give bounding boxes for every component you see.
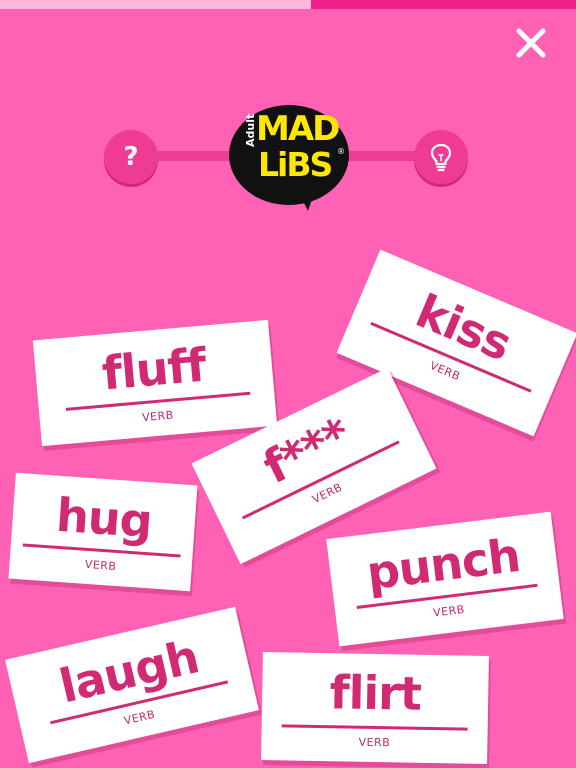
card-word: punch (363, 527, 523, 601)
connector-left (150, 151, 240, 161)
progress-bar (0, 0, 576, 9)
word-card-punch[interactable]: punch VERB (326, 511, 564, 647)
close-icon (516, 28, 546, 58)
lightbulb-icon (430, 143, 452, 172)
card-word: flirt (329, 665, 422, 721)
help-button[interactable]: ? (104, 130, 158, 184)
card-underline (281, 724, 468, 731)
word-card-flirt[interactable]: flirt VERB (261, 652, 489, 764)
word-card-laugh[interactable]: laugh VERB (5, 606, 259, 764)
card-word: laugh (54, 629, 204, 714)
card-word: hug (54, 487, 154, 549)
hint-button[interactable] (414, 130, 468, 184)
close-button[interactable] (510, 22, 552, 64)
card-label: VERB (358, 735, 391, 750)
progress-bar-fill (311, 0, 576, 9)
logo-trademark: ® (337, 147, 345, 156)
logo-libs-text: LiBS (258, 145, 333, 184)
card-label: VERB (84, 557, 117, 574)
word-card-fluff[interactable]: fluff VERB (32, 319, 278, 447)
card-label: VERB (141, 408, 175, 425)
word-card-hug[interactable]: hug VERB (8, 472, 198, 592)
logo-mad-text: MAD (256, 109, 340, 149)
help-label: ? (123, 142, 139, 172)
